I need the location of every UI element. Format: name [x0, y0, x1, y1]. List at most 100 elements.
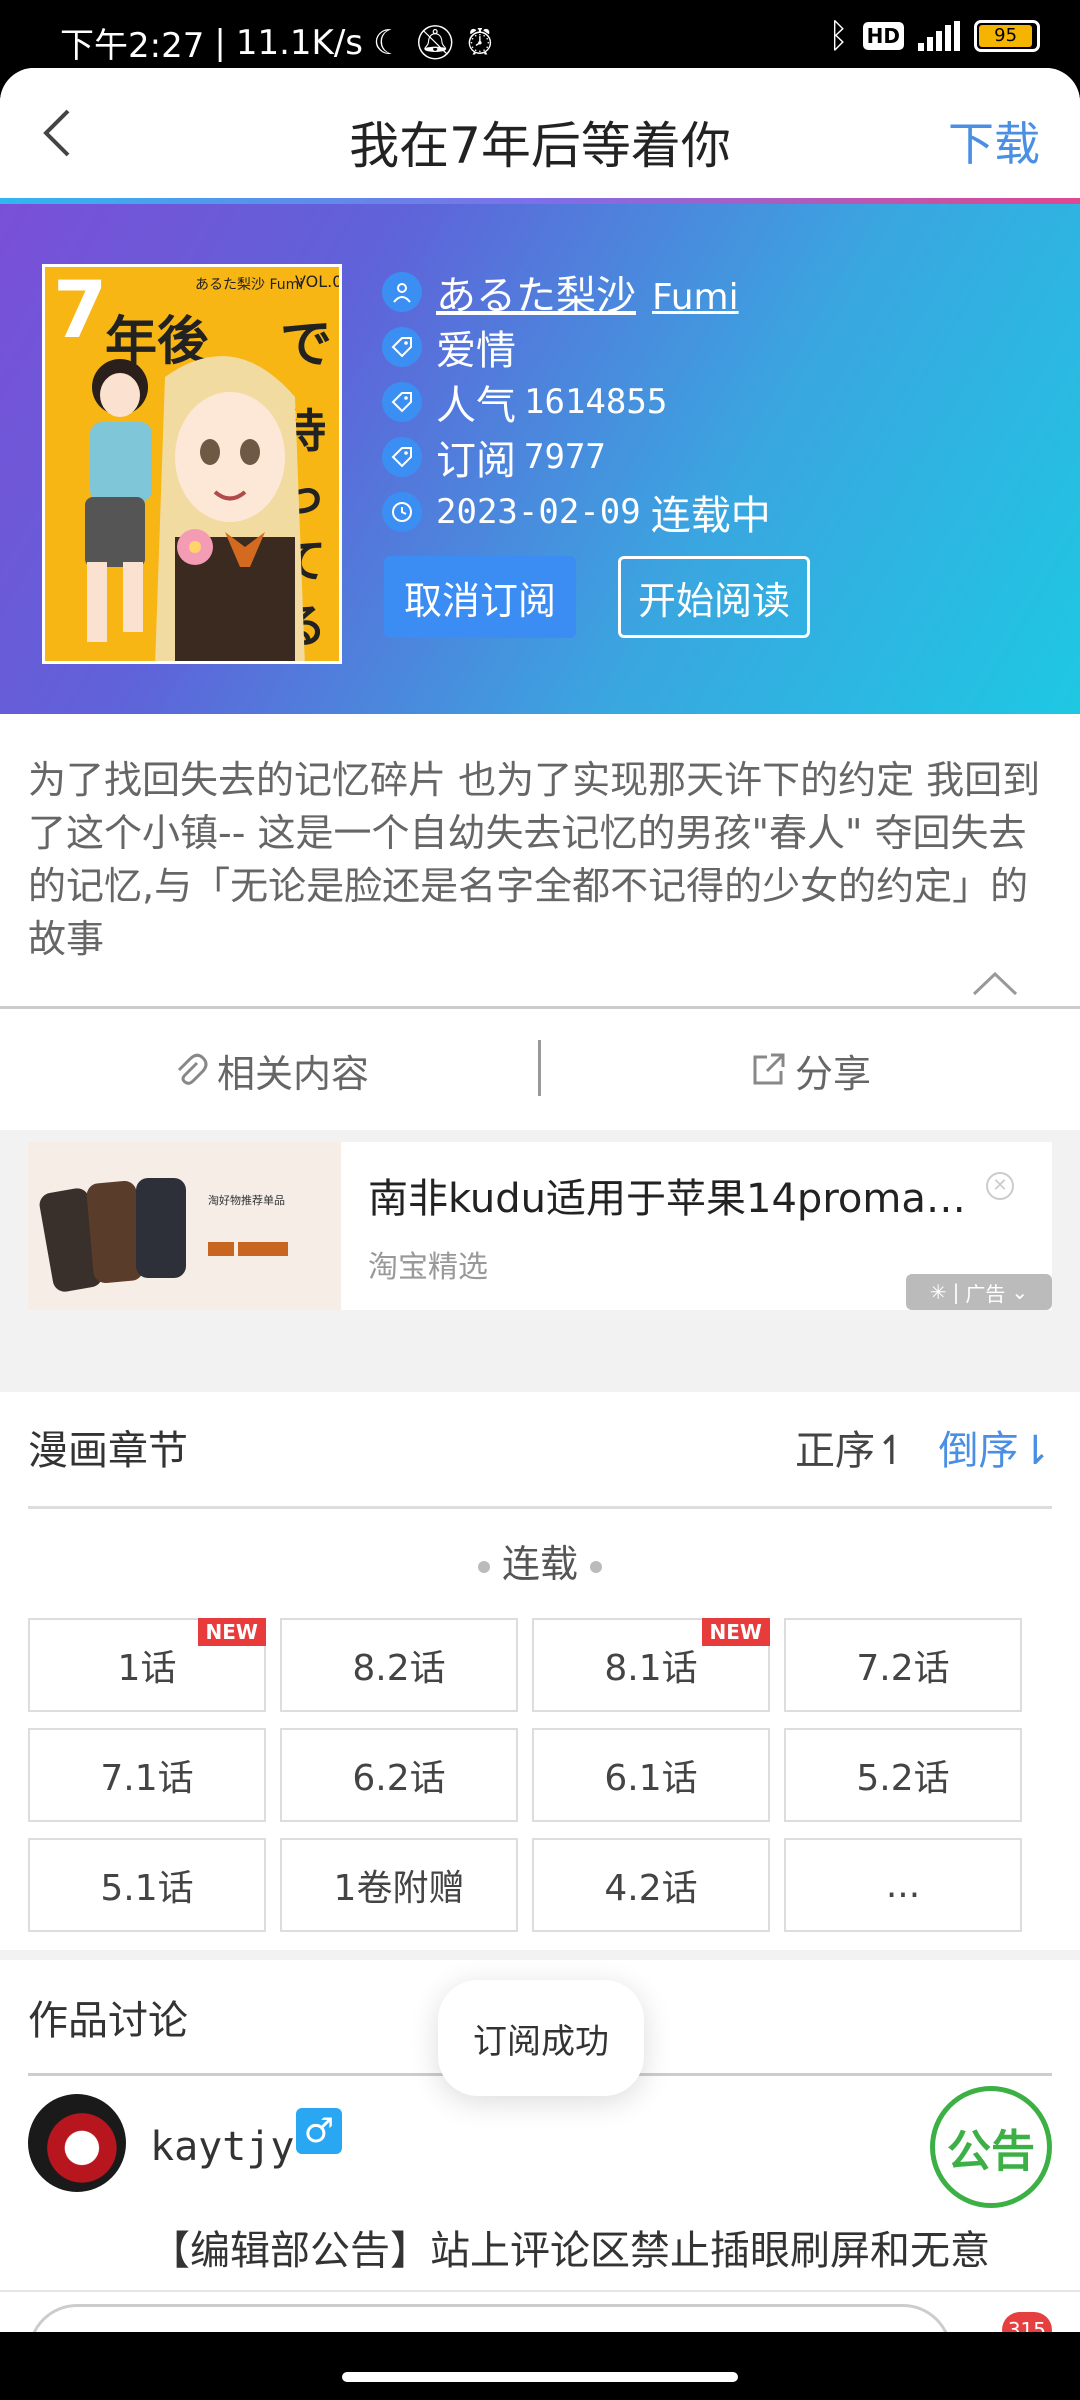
chapter-button[interactable]: 5.1话: [28, 1838, 266, 1932]
unsubscribe-button[interactable]: 取消订阅: [384, 556, 576, 638]
chapter-button[interactable]: 7.1话: [28, 1728, 266, 1822]
svg-text:あるた梨沙 Fumi: あるた梨沙 Fumi: [195, 277, 303, 293]
chapter-label: 8.1话: [604, 1648, 698, 1689]
ad-image-text: 淘好物推荐单品: [208, 1193, 285, 1207]
chapter-button[interactable]: 6.2话: [280, 1728, 518, 1822]
status-speed: 11.1K/s: [235, 22, 363, 63]
chapter-button[interactable]: 1话 NEW: [28, 1618, 266, 1712]
author-link-2[interactable]: Fumi: [652, 277, 739, 318]
chapter-label: 5.1话: [100, 1868, 194, 1909]
chapter-label: 6.1话: [604, 1758, 698, 1799]
chevron-up-icon[interactable]: [970, 968, 1020, 998]
username[interactable]: kaytjy: [150, 2124, 295, 2170]
chapter-label: 7.1话: [100, 1758, 194, 1799]
ad-image: 淘好物推荐单品: [28, 1142, 341, 1310]
related-content-button[interactable]: 相关内容: [0, 1043, 540, 1098]
comic-cover[interactable]: 7 年後 で 待 っ て る あるた梨沙 Fumi VOL.02: [42, 264, 342, 664]
paperclip-icon: [177, 1053, 208, 1085]
sort-descending-button[interactable]: 倒序⇂: [938, 1418, 1052, 1476]
divider: [0, 1006, 1080, 1009]
tag-icon: [382, 436, 422, 477]
action-separator: [538, 1040, 541, 1096]
chapter-button[interactable]: 4.2话: [532, 1838, 770, 1932]
alarm-icon: ⏰︎: [466, 22, 494, 63]
download-button[interactable]: 下载: [948, 108, 1040, 174]
share-button[interactable]: 分享: [540, 1043, 1080, 1098]
ad-badge[interactable]: ✳ | 广告 ⌄: [906, 1274, 1052, 1310]
page-title: 我在7年后等着你: [349, 117, 731, 175]
date-row: 2023-02-09 连载中: [382, 484, 771, 539]
tag-icon: [382, 381, 422, 422]
cover-art: 7 年後 で 待 っ て る あるた梨沙 Fumi VOL.02: [45, 267, 342, 661]
popularity-row: 人气 1614855: [382, 374, 771, 429]
chapter-button[interactable]: ...: [784, 1838, 1022, 1932]
chapter-label: 5.2话: [856, 1758, 950, 1799]
comic-description: 为了找回失去的记忆碎片 也为了实现那天许下的约定 我回到了这个小镇-- 这是一个…: [28, 758, 1041, 961]
status-time: 下午2:27: [60, 26, 205, 66]
announcement-text[interactable]: 【编辑部公告】站上评论区禁止插眼刷屏和无意: [150, 2218, 990, 2276]
new-badge: NEW: [197, 1618, 266, 1646]
subscribe-label: 订阅: [436, 437, 516, 484]
chapter-label: 7.2话: [856, 1648, 950, 1689]
ad-card[interactable]: 淘好物推荐单品 南非kudu适用于苹果14promax手... 淘宝精选 ✕ ✳…: [28, 1142, 1052, 1310]
chapter-label: 8.2话: [352, 1648, 446, 1689]
hd-badge: HD: [862, 22, 904, 50]
moon-icon: ☾: [373, 22, 404, 63]
popularity-label: 人气: [436, 382, 516, 429]
serial-status: 连载中: [650, 492, 771, 539]
app-screen: 我在7年后等着你 下载 7 年後 で 待 っ て る あるた梨沙 Fumi VO…: [0, 68, 1080, 2400]
serial-section-label: 连载: [0, 1533, 1080, 1588]
ad-source: 淘宝精选: [368, 1250, 488, 1285]
hero-buttons: 取消订阅 开始阅读: [384, 556, 810, 638]
related-content-label: 相关内容: [216, 1051, 369, 1096]
discussion-heading: 作品讨论: [28, 1998, 188, 2044]
sort-ascending-button[interactable]: 正序↿: [795, 1418, 909, 1476]
battery-icon: 95: [974, 20, 1040, 52]
chapter-button[interactable]: 8.2话: [280, 1618, 518, 1712]
toast-message: 订阅成功: [438, 1980, 644, 2096]
tag-icon: [382, 326, 422, 367]
chapter-button[interactable]: 8.1话 NEW: [532, 1618, 770, 1712]
chapter-button[interactable]: 6.1话: [532, 1728, 770, 1822]
top-bar: 我在7年后等着你 下载: [0, 68, 1080, 198]
comic-hero: 7 年後 で 待 っ て る あるた梨沙 Fumi VOL.02: [0, 204, 1080, 714]
signal-icon: [918, 21, 960, 51]
battery-level: 95: [979, 25, 1033, 47]
announcement-stamp: 公告: [930, 2086, 1052, 2208]
genre-label[interactable]: 爱情: [436, 318, 516, 376]
divider: [28, 1506, 1052, 1509]
comic-meta: あるた梨沙 Fumi 爱情 人气 1614855 订阅 7977 2023-02…: [382, 264, 771, 539]
author-link-1[interactable]: あるた梨沙: [436, 273, 636, 319]
chapter-grid: 1话 NEW 8.2话 8.1话 NEW 7.2话 7.1话 6.2话 6.1话 5.2话 5.1话…: [28, 1618, 1052, 1932]
chapter-label: 6.2话: [352, 1758, 446, 1799]
home-indicator[interactable]: [342, 2372, 738, 2382]
avatar[interactable]: [28, 2094, 126, 2192]
bluetooth-icon: ᛒ: [828, 16, 849, 56]
comment-item: kaytjy ♂ 公告: [28, 2086, 1052, 2208]
chapter-label: 1卷附赠: [333, 1868, 465, 1909]
chevron-down-icon: ⌄: [1011, 1280, 1029, 1304]
close-icon[interactable]: ✕: [986, 1172, 1014, 1200]
chapter-button[interactable]: 5.2话: [784, 1728, 1022, 1822]
chapter-label: ...: [885, 1864, 921, 1906]
subscribe-count: 7977: [524, 436, 606, 477]
ad-title[interactable]: 南非kudu适用于苹果14promax手...: [368, 1166, 968, 1224]
action-row: 相关内容 分享: [0, 1010, 1080, 1130]
male-icon: ♂: [296, 2108, 342, 2154]
svg-text:7: 7: [53, 267, 107, 356]
author-row: あるた梨沙 Fumi: [382, 264, 771, 319]
share-icon: [753, 1053, 785, 1085]
chapter-label: 1话: [117, 1648, 177, 1689]
status-bar: 下午2:27 | 11.1K/s ☾ 🔕︎ ⏰︎ ᛒ HD 95: [0, 0, 1080, 75]
chapter-label: 4.2话: [604, 1868, 698, 1909]
chapter-button[interactable]: 1卷附赠: [280, 1838, 518, 1932]
asterisk-icon: ✳: [929, 1280, 947, 1304]
start-reading-button[interactable]: 开始阅读: [618, 556, 810, 638]
svg-text:で: で: [280, 315, 332, 375]
chapter-button[interactable]: 7.2话: [784, 1618, 1022, 1712]
svg-text:VOL.02: VOL.02: [295, 272, 342, 291]
clock-icon: [382, 491, 422, 532]
popularity-value: 1614855: [524, 381, 668, 422]
update-date: 2023-02-09: [436, 491, 641, 532]
chapters-heading: 漫画章节: [28, 1428, 188, 1474]
